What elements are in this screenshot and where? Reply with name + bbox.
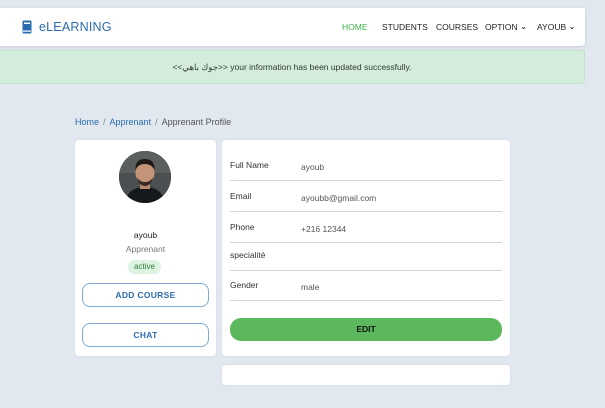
profile-name: ayoub <box>133 230 158 240</box>
brand[interactable]: eLEARNING <box>22 19 112 35</box>
breadcrumb-current: Apprenant Profile <box>161 117 232 127</box>
detail-row-email: Email ayoubb@gmail.com <box>230 183 502 212</box>
detail-label: Full Name <box>230 160 269 170</box>
nav-option[interactable]: OPTION ⌄ <box>485 22 526 32</box>
detail-label: Gender <box>230 280 259 290</box>
detail-value: male <box>301 282 320 292</box>
success-alert: <<جوك باهي>> your information has been u… <box>0 50 585 84</box>
breadcrumb: Home / Apprenant / Apprenant Profile <box>75 117 231 127</box>
detail-row-gender: Gender male <box>230 272 502 301</box>
detail-label: Phone <box>230 222 255 232</box>
detail-label: specialité <box>230 250 266 260</box>
detail-value: ayoubb@gmail.com <box>301 193 377 203</box>
detail-value: +216 12344 <box>301 224 347 234</box>
breadcrumb-home[interactable]: Home <box>75 117 99 127</box>
detail-row-phone: Phone +216 12344 <box>230 214 502 243</box>
chevron-down-icon: ⌄ <box>569 24 576 31</box>
detail-label: Email <box>230 191 252 201</box>
brand-name: eLEARNING <box>39 20 112 34</box>
bottom-card <box>222 365 510 385</box>
nav-user-menu[interactable]: AYOUB ⌄ <box>537 22 575 32</box>
profile-card: ayoub Apprenant active ADD COURSE CHAT <box>75 140 216 356</box>
profile-role: Apprenant <box>125 244 166 254</box>
status-badge: active <box>128 260 161 274</box>
top-navbar: eLEARNING HOME STUDENTS COURSES OPTION ⌄ … <box>0 8 585 46</box>
details-card: Full Name ayoub Email ayoubb@gmail.com P… <box>222 140 510 356</box>
detail-value: ayoub <box>301 162 325 172</box>
alert-message: <<جوك باهي>> your information has been u… <box>172 61 412 72</box>
add-course-button[interactable]: ADD COURSE <box>82 283 209 307</box>
breadcrumb-apprenant[interactable]: Apprenant <box>110 117 152 127</box>
book-icon <box>22 20 32 34</box>
nav-option-label: OPTION <box>485 22 518 32</box>
chevron-down-icon: ⌄ <box>520 24 527 31</box>
edit-button[interactable]: EDIT <box>230 318 502 341</box>
detail-row-full-name: Full Name ayoub <box>230 152 502 181</box>
nav-home[interactable]: HOME <box>342 22 368 32</box>
avatar-image <box>119 151 171 203</box>
nav-students[interactable]: STUDENTS <box>382 22 428 32</box>
chat-button[interactable]: CHAT <box>82 323 209 347</box>
breadcrumb-separator: / <box>155 117 158 127</box>
breadcrumb-separator: / <box>103 117 106 127</box>
avatar <box>119 151 171 203</box>
nav-courses[interactable]: COURSES <box>436 22 478 32</box>
detail-row-specialite: specialité <box>230 242 502 271</box>
nav-user-label: AYOUB <box>537 22 567 32</box>
